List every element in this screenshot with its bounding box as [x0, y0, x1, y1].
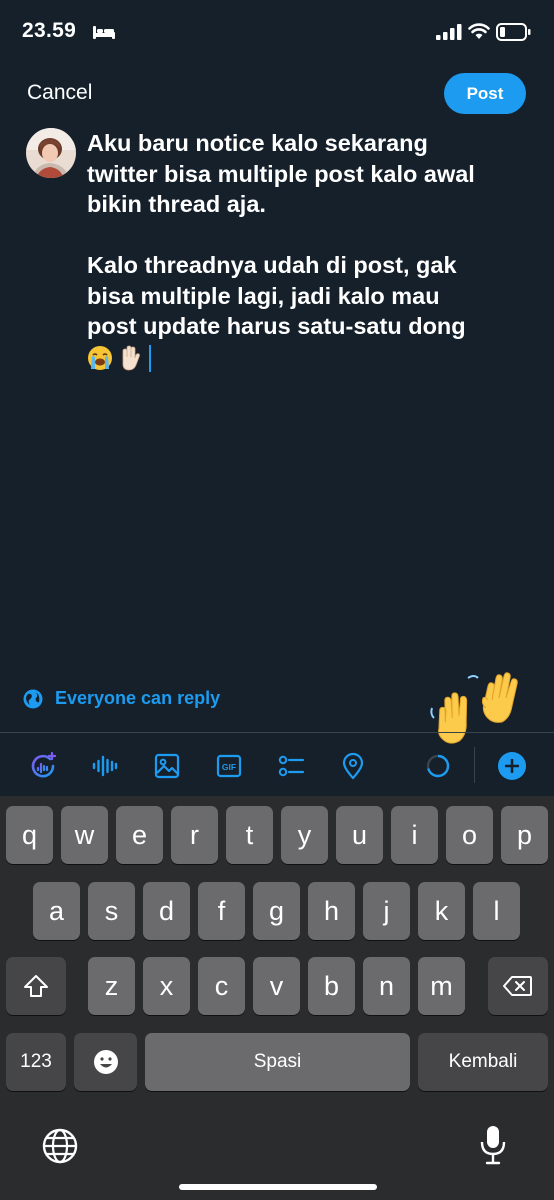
loudly-crying-face-emoji — [88, 346, 112, 371]
compose-line: Aku baru notice kalo sekarang — [87, 130, 428, 156]
voice-icon[interactable] — [90, 751, 120, 781]
grok-icon[interactable] — [28, 751, 58, 781]
compose-emoji-line — [87, 342, 527, 373]
key-a[interactable]: a — [33, 882, 80, 940]
key-g[interactable]: g — [253, 882, 300, 940]
compose-line: bisa multiple lagi, jadi kalo mau — [87, 282, 440, 309]
emoji-key[interactable] — [74, 1033, 137, 1091]
key-l[interactable]: l — [473, 882, 520, 940]
key-o[interactable]: o — [446, 806, 493, 864]
wifi-icon — [468, 23, 490, 39]
key-c[interactable]: c — [198, 957, 245, 1015]
compose-line: twitter bisa multiple post kalo awal — [87, 160, 475, 187]
key-s[interactable]: s — [88, 882, 135, 940]
key-e[interactable]: e — [116, 806, 163, 864]
location-icon[interactable] — [338, 751, 368, 781]
key-n[interactable]: n — [363, 957, 410, 1015]
backspace-icon — [503, 976, 532, 996]
key-j[interactable]: j — [363, 882, 410, 940]
key-d[interactable]: d — [143, 882, 190, 940]
compose-line-empty — [87, 220, 527, 251]
poll-icon[interactable] — [276, 751, 306, 781]
key-p[interactable]: p — [501, 806, 548, 864]
compose-text-area[interactable]: Aku baru notice kalo sekarang twitter bis… — [87, 128, 527, 372]
progress-ring-icon — [423, 751, 453, 781]
key-f[interactable]: f — [198, 882, 245, 940]
globe-keyboard-icon[interactable] — [41, 1127, 79, 1165]
gif-icon[interactable]: GIF — [214, 751, 244, 781]
keyboard: q w e r t y u i o p a s d f g h j k l z … — [0, 796, 554, 1200]
battery-icon — [496, 23, 531, 41]
bed-icon — [93, 26, 115, 39]
post-button[interactable]: Post — [444, 73, 526, 114]
key-v[interactable]: v — [253, 957, 300, 1015]
reply-setting[interactable]: Everyone can reply — [23, 688, 220, 709]
home-indicator — [179, 1184, 377, 1190]
image-icon[interactable] — [152, 751, 182, 781]
shift-icon — [24, 975, 48, 997]
compose-line: post update harus satu-satu dong — [87, 313, 466, 339]
text-cursor — [149, 344, 151, 372]
compose-toolbar: GIF — [0, 732, 554, 796]
numbers-key[interactable]: 123 — [6, 1033, 66, 1091]
backspace-key[interactable] — [488, 957, 548, 1015]
signal-icon — [436, 24, 462, 40]
return-key[interactable]: Kembali — [418, 1033, 548, 1091]
key-u[interactable]: u — [336, 806, 383, 864]
key-w[interactable]: w — [61, 806, 108, 864]
emoji-icon — [93, 1050, 118, 1074]
raised-hand-emoji — [122, 345, 140, 371]
key-x[interactable]: x — [143, 957, 190, 1015]
space-key[interactable]: Spasi — [145, 1033, 410, 1091]
reply-setting-label: Everyone can reply — [55, 688, 221, 708]
key-b[interactable]: b — [308, 957, 355, 1015]
toolbar-divider — [474, 747, 475, 783]
key-z[interactable]: z — [88, 957, 135, 1015]
compose-header: Cancel Post — [0, 72, 554, 116]
key-i[interactable]: i — [391, 806, 438, 864]
key-h[interactable]: h — [308, 882, 355, 940]
avatar[interactable] — [26, 128, 76, 178]
status-bar: 23.59 — [0, 0, 554, 64]
svg-text:GIF: GIF — [222, 762, 236, 772]
compose-line: bikin thread aja. — [87, 191, 266, 217]
key-y[interactable]: y — [281, 806, 328, 864]
add-icon[interactable] — [498, 752, 526, 780]
microphone-icon[interactable] — [477, 1124, 509, 1166]
compose-line: Kalo threadnya udah di post, gak — [87, 252, 457, 278]
cancel-button[interactable]: Cancel — [27, 81, 92, 105]
globe-icon — [23, 689, 43, 708]
status-time: 23.59 — [22, 19, 77, 42]
key-m[interactable]: m — [418, 957, 465, 1015]
key-q[interactable]: q — [6, 806, 53, 864]
shift-key[interactable] — [6, 957, 66, 1015]
key-r[interactable]: r — [171, 806, 218, 864]
key-t[interactable]: t — [226, 806, 273, 864]
key-k[interactable]: k — [418, 882, 465, 940]
